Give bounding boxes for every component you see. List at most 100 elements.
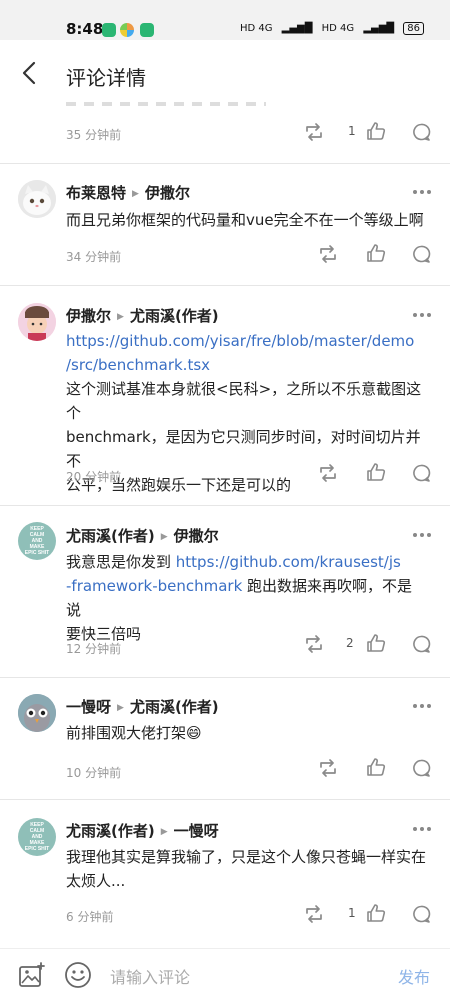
comment-link-cont[interactable]: -framework-benchmark xyxy=(66,577,242,595)
emoji-icon[interactable] xyxy=(64,961,92,989)
comment-bubble-icon[interactable] xyxy=(411,758,431,778)
comment-composer: 请输入评论 发布 xyxy=(0,948,450,1000)
comment-input[interactable]: 请输入评论 xyxy=(110,964,190,988)
thumbs-up-icon[interactable] xyxy=(366,757,386,777)
repost-icon[interactable] xyxy=(304,122,324,142)
repost-icon[interactable] xyxy=(304,904,324,924)
comment-time: 35 分钟前 xyxy=(66,128,122,142)
more-dots-icon[interactable] xyxy=(412,312,432,318)
reply-to-name[interactable]: 伊撒尔 xyxy=(174,527,219,545)
comment-link[interactable]: https://github.com/krausest/js xyxy=(176,553,401,571)
comment-text: 而且兄弟你框架的代码量和vue完全不在一个等级上啊 xyxy=(66,211,424,229)
cat-avatar-image xyxy=(18,180,56,218)
thumbs-up-icon[interactable] xyxy=(366,462,386,482)
comment-text-line: 我理他其实是算我输了，只是这个人像只苍蝇一样实在 xyxy=(66,848,427,866)
page-header: 评论详情 xyxy=(0,40,450,104)
page-title: 评论详情 xyxy=(66,66,146,90)
comment-bubble-icon[interactable] xyxy=(411,463,431,483)
more-dots-icon[interactable] xyxy=(412,532,432,538)
comment-time: 34 分钟前 xyxy=(66,250,122,264)
like-count: 2 xyxy=(346,636,354,650)
comment-time: 20 分钟前 xyxy=(66,470,122,484)
comment-text-line: 太烦人... xyxy=(66,872,126,890)
more-dots-icon[interactable] xyxy=(412,826,432,832)
status-indicators: HD 4G ▂▄▆█ HD 4G ▂▄▆█ 86 xyxy=(234,22,424,35)
avatar[interactable] xyxy=(18,303,56,341)
comment-meta: 尤雨溪(作者) ▶ 一慢呀 xyxy=(66,820,219,841)
comment-item-partial: 35 分钟前 1 xyxy=(0,102,450,164)
comment-time: 6 分钟前 xyxy=(66,910,114,924)
avatar[interactable]: KEEP CALM AND MAKE EPIC SHIT xyxy=(18,818,56,856)
comment-meta: 伊撒尔 ▶ 尤雨溪(作者) xyxy=(66,305,219,326)
comment-text: 我理他其实是算我输了，只是这个人像只苍蝇一样实在 太烦人... xyxy=(66,845,426,893)
reply-to-name[interactable]: 尤雨溪(作者) xyxy=(130,698,219,716)
chevron-left-icon[interactable] xyxy=(18,60,42,86)
truncated-text xyxy=(66,102,266,106)
comment-item[interactable]: 伊撒尔 ▶ 尤雨溪(作者) https://github.com/yisar/fre… xyxy=(0,286,450,506)
reply-arrow-icon: ▶ xyxy=(117,311,124,322)
signal-1: HD 4G xyxy=(239,23,273,34)
author-name[interactable]: 伊撒尔 xyxy=(66,307,111,325)
more-dots-icon[interactable] xyxy=(412,703,432,709)
comment-item[interactable]: KEEP CALM AND MAKE EPIC SHIT 尤雨溪(作者) ▶ 伊撒尔 我意思… xyxy=(0,506,450,678)
repost-icon[interactable] xyxy=(318,758,338,778)
signal-icon-2: ▂▄▆█ xyxy=(363,23,395,34)
comment-text-line: 这个测试基准本身就很<民科>，之所以不乐意截图这个 xyxy=(66,380,422,422)
comment-meta: 尤雨溪(作者) ▶ 伊撒尔 xyxy=(66,525,219,546)
author-name[interactable]: 布莱恩特 xyxy=(66,184,126,202)
avatar[interactable] xyxy=(18,694,56,732)
like-count: 1 xyxy=(348,124,356,138)
comment-bubble-icon[interactable] xyxy=(411,122,431,142)
reply-to-name[interactable]: 伊撒尔 xyxy=(145,184,190,202)
keep-calm-avatar-text: KEEP CALM AND MAKE EPIC SHIT xyxy=(24,822,50,852)
comment-link-cont[interactable]: /src/benchmark.tsx xyxy=(66,353,426,377)
reply-arrow-icon: ▶ xyxy=(160,531,168,542)
like-count: 1 xyxy=(348,906,356,920)
comment-time: 10 分钟前 xyxy=(66,766,122,780)
comment-text-prefix: 我意思是你发到 xyxy=(66,553,176,571)
comment-item[interactable]: 布莱恩特 ▶ 伊撒尔 而且兄弟你框架的代码量和vue完全不在一个等级上啊 34 分钟… xyxy=(0,164,450,286)
status-bar: 8:48 HD 4G ▂▄▆█ HD 4G ▂▄▆█ 86 xyxy=(0,0,450,40)
avatar[interactable] xyxy=(18,180,56,218)
repost-icon[interactable] xyxy=(318,463,338,483)
app-icon-3 xyxy=(140,23,154,37)
comment-bubble-icon[interactable] xyxy=(411,904,431,924)
more-dots-icon[interactable] xyxy=(412,189,432,195)
repost-icon[interactable] xyxy=(304,634,324,654)
comment-bubble-icon[interactable] xyxy=(411,634,431,654)
comment-text: 前排围观大佬打架😄 xyxy=(66,724,202,742)
comment-item[interactable]: KEEP CALM AND MAKE EPIC SHIT 尤雨溪(作者) ▶ 一慢呀 我理他… xyxy=(0,800,450,948)
reply-to-name[interactable]: 一慢呀 xyxy=(174,822,219,840)
pigeon-avatar-image xyxy=(18,694,56,732)
keep-calm-avatar-text: KEEP CALM AND MAKE EPIC SHIT xyxy=(24,526,50,556)
avatar[interactable]: KEEP CALM AND MAKE EPIC SHIT xyxy=(18,522,56,560)
thumbs-up-icon[interactable] xyxy=(366,121,386,141)
comment-link[interactable]: https://github.com/yisar/fre/blob/master… xyxy=(66,329,426,353)
comment-time: 12 分钟前 xyxy=(66,642,122,656)
signal-2: HD 4G xyxy=(321,23,355,34)
status-time: 8:48 xyxy=(66,20,104,38)
thumbs-up-icon[interactable] xyxy=(366,903,386,923)
image-add-icon[interactable] xyxy=(18,961,46,989)
signal-icon: ▂▄▆█ xyxy=(281,23,313,34)
thumbs-up-icon[interactable] xyxy=(366,633,386,653)
author-name[interactable]: 尤雨溪(作者) xyxy=(66,822,155,840)
author-name[interactable]: 尤雨溪(作者) xyxy=(66,527,155,545)
thumbs-up-icon[interactable] xyxy=(366,243,386,263)
reply-to-name[interactable]: 尤雨溪(作者) xyxy=(130,307,219,325)
app-icon-1 xyxy=(102,23,116,37)
repost-icon[interactable] xyxy=(318,244,338,264)
comment-bubble-icon[interactable] xyxy=(411,244,431,264)
reply-arrow-icon: ▶ xyxy=(160,826,168,837)
comment-text: 我意思是你发到 https://github.com/krausest/js -… xyxy=(66,550,426,646)
comment-item[interactable]: 一慢呀 ▶ 尤雨溪(作者) 前排围观大佬打架😄 10 分钟前 xyxy=(0,678,450,800)
send-button[interactable]: 发布 xyxy=(398,964,430,988)
comment-meta: 一慢呀 ▶ 尤雨溪(作者) xyxy=(66,696,219,717)
comment-meta: 布莱恩特 ▶ 伊撒尔 xyxy=(66,182,190,203)
author-name[interactable]: 一慢呀 xyxy=(66,698,111,716)
battery-indicator: 86 xyxy=(403,22,424,35)
reply-arrow-icon: ▶ xyxy=(117,702,124,713)
kid-avatar-image xyxy=(18,303,56,341)
app-icon-2 xyxy=(120,23,134,37)
reply-arrow-icon: ▶ xyxy=(132,188,139,199)
